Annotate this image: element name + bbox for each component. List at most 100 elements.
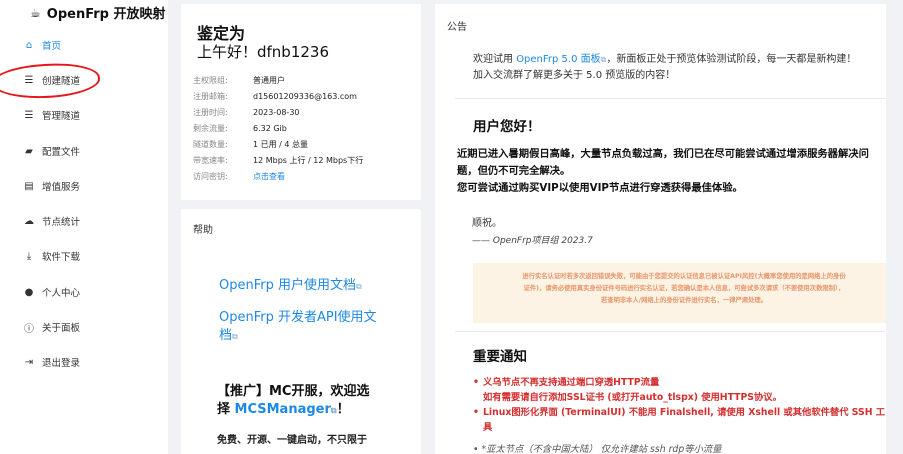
sidebar-item[interactable]: ☰ 管理隧道 bbox=[24, 106, 81, 124]
home-icon: ⌂ bbox=[25, 39, 33, 51]
info-key: 带宽速率: bbox=[193, 155, 228, 165]
list-item: • Linux图形化界面 (TerminalUI) 不能用 Finalshell,… bbox=[473, 405, 886, 435]
user-docs-link[interactable]: OpenFrp 用户使用文档⧉ bbox=[219, 277, 394, 296]
sidebar-item-label: 首页 bbox=[42, 41, 62, 52]
sidebar-item-label: 增值服务 bbox=[42, 182, 81, 193]
sidebar-item[interactable]: ⓘ 关于面板 bbox=[24, 318, 80, 336]
sidebar-item[interactable]: ▰ 配置文件 bbox=[24, 142, 80, 160]
info-row: 访问密钥: 点击查看 bbox=[193, 170, 285, 182]
info-icon: ⓘ bbox=[24, 323, 34, 335]
dev-api-docs-label: OpenFrp 开发者API使用文 bbox=[219, 310, 377, 325]
info-value: d15601209336@163.com bbox=[253, 91, 357, 101]
promo-line2-pre: 择 bbox=[217, 402, 235, 417]
load-notice-line3: 您可尝试通过购买VIP以使用VIP节点进行穿透获得最佳体验。 bbox=[457, 182, 743, 194]
info-value: 1 已用 / 4 总量 bbox=[253, 139, 309, 149]
sidebar-item[interactable]: ⤓ 软件下载 bbox=[24, 247, 80, 265]
list-item-text: Linux图形化界面 (TerminalUI) 不能用 Finalshell, … bbox=[482, 407, 886, 433]
divider bbox=[455, 331, 885, 332]
info-row: 带宽速率: 12 Mbps 上行 / 12 Mbps下行 bbox=[193, 154, 363, 166]
info-key: 访问密钥: bbox=[193, 171, 228, 181]
info-value: 普通用户 bbox=[253, 75, 285, 85]
profile-card: 鉴定为 上午好！dfnb1236 主权限组: 普通用户 注册邮箱: d15601209… bbox=[181, 4, 421, 200]
promo-description: 免费、开源、一键启动，不只限于 bbox=[217, 435, 367, 446]
sidebar-item-label: 关于面板 bbox=[42, 323, 81, 334]
promo-line1: 【推广】MC开服，欢迎选 bbox=[217, 384, 370, 399]
list-icon: ☰ bbox=[24, 74, 34, 86]
load-notice-line2: 题，但仍不可完全解决。 bbox=[457, 165, 571, 177]
info-key: 注册邮箱: bbox=[193, 91, 228, 101]
load-notice: 近期已进入暑期假日高峰，大量节点负载过高，我们已在尽可能尝试通过增添服务器解决问… bbox=[457, 146, 885, 197]
load-notice-line1: 近期已进入暑期假日高峰，大量节点负载过高，我们已在尽可能尝试通过增添服务器解决问 bbox=[457, 148, 869, 160]
brand-title: OpenFrp 开放映射 bbox=[46, 7, 166, 22]
external-link-icon: ⧉ bbox=[232, 332, 238, 341]
divider bbox=[455, 98, 885, 99]
important-heading: 重要通知 bbox=[473, 349, 527, 365]
important-list: • 义乌节点不再支持通过端口穿透HTTP流量 如有需要请自行添加SSL证书 (或打… bbox=[473, 375, 886, 435]
info-row: 注册邮箱: d15601209336@163.com bbox=[193, 90, 357, 102]
cloud-icon: ☁ bbox=[24, 215, 34, 227]
info-key: 注册时间: bbox=[193, 107, 228, 117]
info-value: 6.32 Gib bbox=[253, 123, 287, 133]
sidebar-item[interactable]: ☁ 节点统计 bbox=[24, 212, 80, 230]
sidebar-item[interactable]: ⌂ 首页 bbox=[24, 36, 61, 54]
info-value: 2023-08-30 bbox=[253, 107, 300, 117]
info-row: 剩余流量: 6.32 Gib bbox=[193, 122, 287, 134]
help-card: 帮助 OpenFrp 用户使用文档⧉ OpenFrp 开发者API使用文 档⧉ 【… bbox=[181, 209, 421, 454]
list-item-cont: 如有需要请自行添加SSL证书 (或打开auto_tlspx) 使用HTTPS协议… bbox=[483, 392, 782, 403]
sidebar-item[interactable]: ☰ 创建隧道 bbox=[24, 71, 81, 89]
sidebar-item-label: 软件下载 bbox=[42, 252, 81, 263]
welcome-text: 欢迎试用 OpenFrp 5.0 面板⧉，新面板正处于预览体验测试阶段，每一天都… bbox=[473, 52, 883, 84]
info-row: 隧道数量: 1 已用 / 4 总量 bbox=[193, 138, 308, 150]
reveal-key-link[interactable]: 点击查看 bbox=[253, 171, 285, 182]
info-key: 主权限组: bbox=[193, 75, 228, 85]
signature: —— OpenFrp项目组 2023.7 bbox=[472, 236, 593, 246]
verification-warning: 进行实名认证时若多次返回错误失败，可能由于您提交的认证信息已被认证API风控(大… bbox=[473, 263, 886, 323]
brand[interactable]: ☕ OpenFrp 开放映射 bbox=[30, 3, 166, 23]
info-row: 注册时间: 2023-08-30 bbox=[193, 106, 300, 118]
sidebar-item-label: 配置文件 bbox=[42, 147, 81, 158]
file-icon: ▰ bbox=[25, 145, 33, 157]
panel-link[interactable]: OpenFrp 5.0 面板 bbox=[516, 54, 600, 65]
user-icon: ● bbox=[24, 286, 34, 298]
external-link-icon: ⧉ bbox=[355, 282, 362, 291]
dev-api-docs-label-cont: 档 bbox=[219, 328, 233, 343]
mcsmanager-link[interactable]: MCSManager bbox=[235, 402, 331, 417]
sidebar-item-label: 节点统计 bbox=[42, 217, 81, 228]
list-icon: ☰ bbox=[24, 109, 34, 121]
sidebar-item-label: 个人中心 bbox=[42, 288, 81, 299]
list-item-text: 义乌节点不再支持通过端口穿透HTTP流量 bbox=[483, 377, 660, 388]
logout-icon: ⇥ bbox=[24, 356, 34, 368]
sidebar-item-label: 管理隧道 bbox=[42, 111, 81, 122]
stack-icon: ▤ bbox=[24, 180, 34, 192]
promo-line2-post: ！ bbox=[336, 402, 350, 417]
list-item: • 义乌节点不再支持通过端口穿透HTTP流量 bbox=[473, 377, 660, 388]
user-docs-label: OpenFrp 用户使用文档 bbox=[219, 278, 356, 293]
announcement-card: 公告 欢迎试用 OpenFrp 5.0 面板⧉，新面板正处于预览体验测试阶段，每… bbox=[435, 4, 886, 454]
greeting: 上午好！dfnb1236 bbox=[197, 43, 330, 61]
info-row: 主权限组: 普通用户 bbox=[193, 74, 285, 86]
sidebar-item-label: 创建隧道 bbox=[42, 76, 81, 87]
asia-pacific-note: • *亚太节点（不含中国大陆） 仅允许建站 ssh rdp等小流量 bbox=[473, 444, 722, 454]
sidebar-item[interactable]: ⇥ 退出登录 bbox=[24, 353, 80, 371]
welcome-pre: 欢迎试用 bbox=[473, 54, 517, 65]
sidebar: ☕ OpenFrp 开放映射 ⌂ 首页 ☰ 创建隧道 ☰ 管理隧道 ▰ 配置文件 ▤ 增值服务 ☁ 节… bbox=[0, 0, 168, 454]
asia-pacific-note-text: *亚太节点（不含中国大陆） 仅允许建站 ssh rdp等小流量 bbox=[481, 444, 722, 454]
warn-line2: 证件)，请务必使用真实身份证件号码进行实名认证，若您确认是本人信息，可尝试多次请… bbox=[523, 285, 845, 292]
info-key: 剩余流量: bbox=[193, 123, 228, 133]
dev-api-docs-link[interactable]: OpenFrp 开发者API使用文 档⧉ bbox=[219, 309, 394, 346]
regards: 顺祝。 bbox=[472, 218, 502, 229]
sidebar-item-label: 退出登录 bbox=[42, 358, 81, 369]
download-icon: ⤓ bbox=[26, 250, 32, 262]
sidebar-item[interactable]: ▤ 增值服务 bbox=[24, 177, 80, 195]
coffee-icon: ☕ bbox=[30, 5, 41, 20]
help-title: 帮助 bbox=[193, 225, 213, 236]
welcome-post: ，新面板正处于预览体验测试阶段，每一天都是新构建！ bbox=[606, 54, 857, 65]
hello-heading: 用户您好！ bbox=[473, 119, 541, 135]
info-value: 12 Mbps 上行 / 12 Mbps下行 bbox=[253, 155, 364, 165]
warn-line1: 进行实名认证时若多次返回错误失败，可能由于您提交的认证信息已被认证API风控(大… bbox=[522, 273, 846, 280]
promo-heading: 【推广】MC开服，欢迎选 择 MCSManager⧉！ bbox=[217, 383, 397, 420]
welcome-line2: 加入交流群了解更多关于 5.0 预览版的内容！ bbox=[473, 70, 676, 81]
warn-line3: 若查明非本人/网络上的身份证件进行实名，一律严肃处理。 bbox=[600, 297, 768, 304]
announcement-title: 公告 bbox=[447, 22, 467, 33]
sidebar-item[interactable]: ● 个人中心 bbox=[24, 283, 80, 301]
